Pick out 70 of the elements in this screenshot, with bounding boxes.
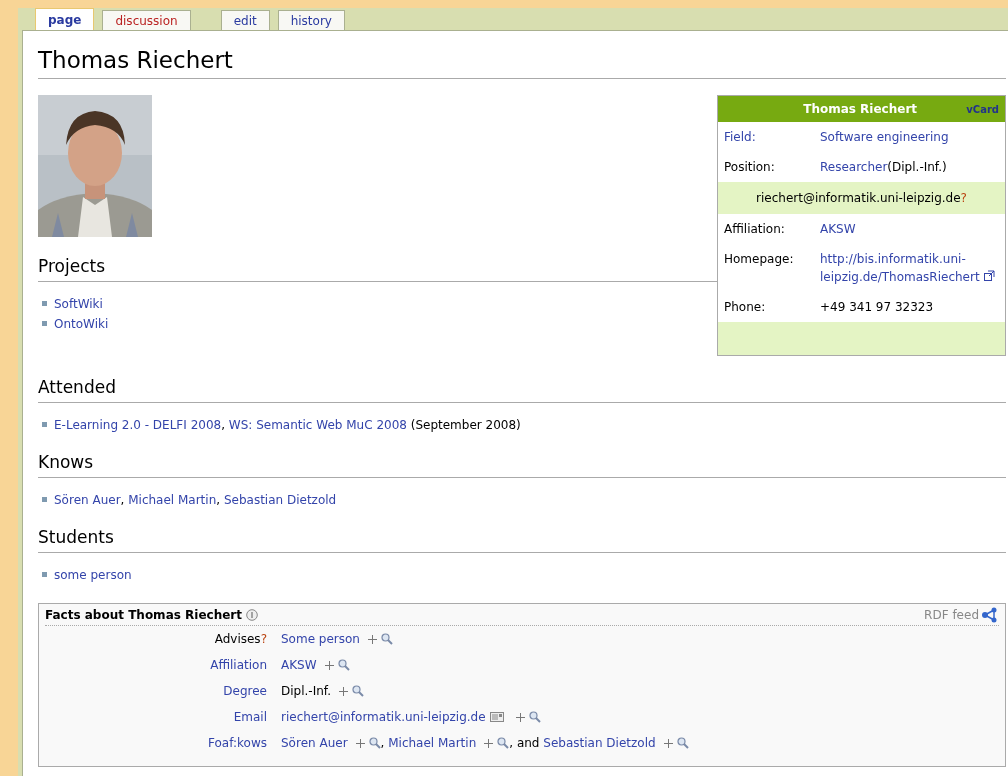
infobox-title: Thomas Riechert: [802, 101, 919, 118]
inline-link[interactable]: Sören Auer: [54, 493, 121, 507]
missing-mark[interactable]: ?: [960, 191, 967, 205]
value-text: (Dipl.-Inf.): [887, 160, 947, 174]
plus-icon[interactable]: [355, 738, 365, 748]
section-heading: Attended: [38, 376, 1006, 403]
plus-icon[interactable]: [484, 738, 494, 748]
bullet-icon: [42, 421, 47, 427]
value-link[interactable]: AKSW: [820, 222, 856, 236]
property-value-link[interactable]: Michael Martin: [388, 733, 477, 753]
property-value-link[interactable]: Sebastian Dietzold: [543, 733, 656, 753]
inline-link[interactable]: some person: [54, 568, 132, 582]
value-text: ,: [216, 493, 222, 507]
plus-icon[interactable]: [324, 660, 334, 670]
field-label: Affiliation:: [724, 221, 786, 238]
value-text: ,: [120, 493, 126, 507]
property-value-link[interactable]: riechert@informatik.uni-leipzig.de: [281, 707, 486, 727]
inline-link[interactable]: OntoWiki: [54, 317, 109, 331]
bullet-icon: [42, 496, 47, 502]
property-label[interactable]: Degree: [223, 684, 267, 698]
search-icon[interactable]: [352, 685, 364, 697]
value-text: (September 2008): [409, 418, 521, 432]
field-label[interactable]: Field:: [724, 128, 820, 146]
tab[interactable]: discussion: [102, 10, 191, 30]
inline-link[interactable]: Sebastian Dietzold: [223, 493, 337, 507]
value-text: ,: [221, 418, 226, 432]
inline-link[interactable]: WS: Semantic Web MuC 2008: [228, 418, 407, 432]
page-title: Thomas Riechert: [38, 45, 1006, 79]
search-icon[interactable]: [381, 633, 393, 645]
separator-text: , and: [509, 735, 541, 752]
property-label[interactable]: Email: [233, 710, 267, 724]
facts-title: Facts about Thomas Riechert: [45, 606, 242, 624]
value-text: +49 341 97 32323: [820, 300, 934, 314]
property-label: Advises: [214, 632, 261, 646]
value-link[interactable]: Researcher: [820, 160, 888, 174]
info-icon[interactable]: [246, 608, 258, 621]
bullet-icon: [42, 571, 47, 577]
section-heading: Knows: [38, 451, 1006, 478]
value-link[interactable]: http://bis.informatik.uni-leipzig.de/ThomasRiechert: [820, 250, 999, 286]
tab[interactable]: edit: [220, 10, 270, 30]
field-label: Position:: [724, 159, 776, 176]
tab[interactable]: history: [277, 10, 345, 30]
plus-icon[interactable]: [339, 686, 348, 696]
property-value-link[interactable]: AKSW: [281, 655, 317, 675]
property-label[interactable]: Affiliation: [210, 658, 267, 672]
separator-text: ,: [380, 735, 386, 752]
tab[interactable]: page: [35, 8, 95, 30]
plus-icon[interactable]: [368, 634, 377, 644]
bullet-icon: [42, 320, 47, 326]
value-link[interactable]: Software engineering: [820, 130, 949, 144]
property-value-link[interactable]: Sören Auer: [281, 733, 348, 753]
search-icon[interactable]: [528, 711, 541, 723]
search-icon[interactable]: [676, 737, 689, 749]
missing-mark[interactable]: ?: [260, 632, 267, 646]
search-icon[interactable]: [337, 659, 350, 671]
share-icon[interactable]: [981, 606, 999, 623]
property-label[interactable]: Foaf:kows: [208, 736, 267, 750]
inline-link[interactable]: SoftWiki: [54, 297, 103, 311]
plus-icon[interactable]: [515, 712, 525, 722]
field-label: Homepage:: [724, 251, 795, 268]
bullet-icon: [42, 300, 47, 306]
search-icon[interactable]: [497, 737, 510, 749]
section-heading: Students: [38, 526, 1006, 553]
value-text: riechert@informatik.uni-leipzig.de: [756, 191, 961, 205]
field-label: Phone:: [724, 299, 767, 316]
search-icon[interactable]: [368, 737, 381, 749]
property-value-link[interactable]: Some person: [281, 629, 360, 649]
property-value: Dipl.-Inf.: [281, 683, 331, 700]
plus-icon[interactable]: [663, 738, 673, 748]
vcard-link[interactable]: vCard: [966, 101, 999, 117]
